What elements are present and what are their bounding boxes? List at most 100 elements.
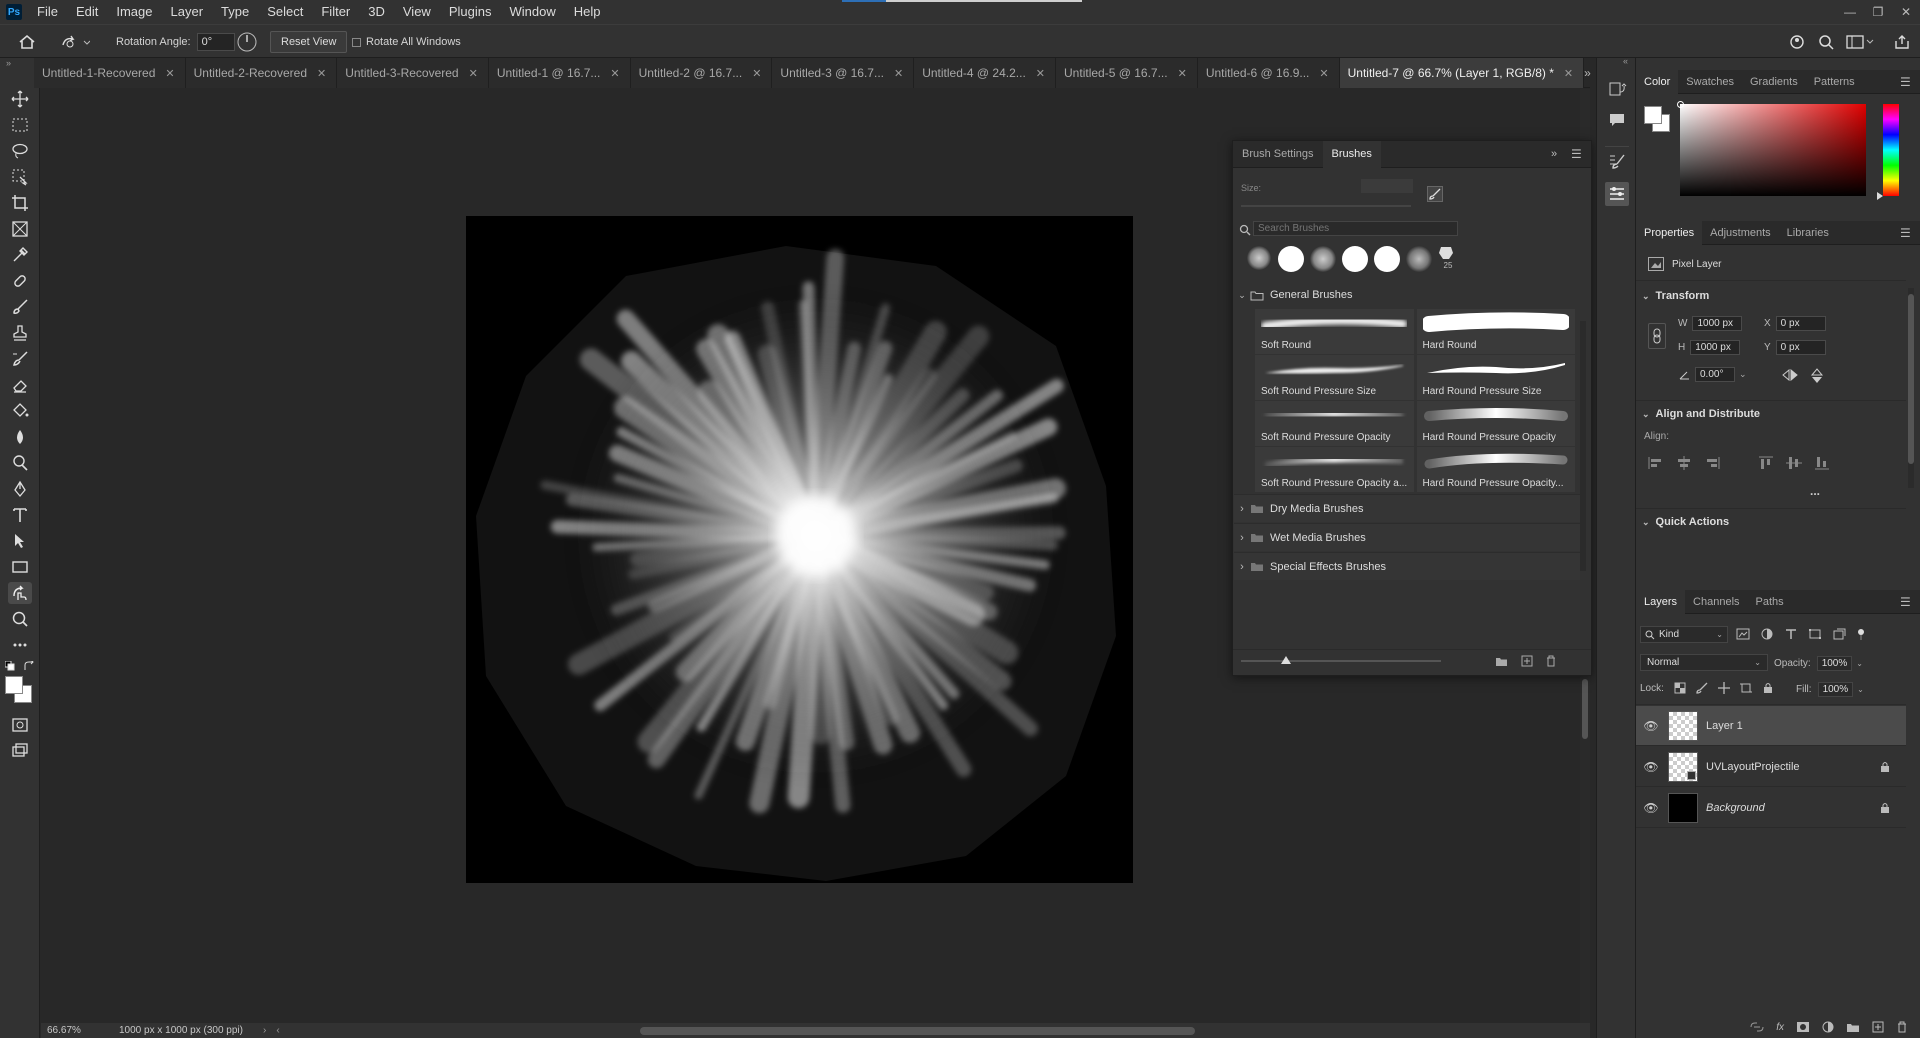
restore-icon[interactable]: ❐ — [1864, 0, 1892, 24]
opacity-dropdown-icon[interactable]: ⌄ — [1856, 659, 1863, 668]
filter-smart-object-icon[interactable] — [1832, 628, 1846, 640]
menu-view[interactable]: View — [394, 0, 440, 24]
zoom-level[interactable]: 66.67% — [47, 1025, 107, 1036]
tab-untitled-2[interactable]: Untitled-2 @ 16.7... ✕ — [630, 58, 773, 88]
menu-plugins[interactable]: Plugins — [440, 0, 501, 24]
foreground-color-swatch[interactable] — [5, 676, 23, 694]
layer-row-layer-1[interactable]: 👁 Layer 1 — [1636, 706, 1906, 746]
menu-file[interactable]: File — [28, 0, 67, 24]
document-canvas[interactable] — [466, 216, 1133, 883]
color-picker-handle[interactable] — [1677, 101, 1684, 108]
width-input[interactable]: 1000 px — [1692, 316, 1743, 331]
tab-color[interactable]: Color — [1636, 70, 1679, 94]
healing-brush-tool-icon[interactable] — [8, 270, 32, 292]
new-group-icon[interactable] — [1846, 1022, 1860, 1033]
align-left-icon[interactable] — [1648, 456, 1664, 470]
close-tab-icon[interactable]: ✕ — [165, 67, 174, 80]
close-window-icon[interactable]: ✕ — [1892, 0, 1920, 24]
menu-window[interactable]: Window — [500, 0, 564, 24]
search-icon[interactable] — [1818, 25, 1834, 59]
lock-image-pixels-icon[interactable] — [1696, 682, 1708, 694]
link-dimensions-icon[interactable] — [1648, 323, 1666, 349]
new-brush-icon[interactable] — [1521, 655, 1533, 667]
delete-brush-icon[interactable] — [1545, 655, 1557, 667]
fill-input[interactable]: 100% — [1817, 682, 1854, 697]
share-icon[interactable] — [1788, 25, 1806, 59]
layer-row-uvlayoutprojectile[interactable]: 👁 UVLayoutProjectile — [1636, 747, 1906, 787]
menu-3d[interactable]: 3D — [359, 0, 394, 24]
layer-name[interactable]: UVLayoutProjectile — [1706, 761, 1880, 773]
layer-name[interactable]: Layer 1 — [1706, 720, 1743, 732]
delete-layer-icon[interactable] — [1896, 1021, 1908, 1033]
history-brush-tool-icon[interactable] — [8, 348, 32, 370]
tab-untitled-2-recovered[interactable]: Untitled-2-Recovered ✕ — [185, 58, 338, 88]
preset-hard-2[interactable] — [1342, 246, 1368, 272]
angle-dropdown-icon[interactable]: ⌄ — [1739, 369, 1747, 380]
type-tool-icon[interactable] — [8, 504, 32, 526]
more-tools-icon[interactable] — [8, 634, 32, 656]
brush-soft-round-pressure-opacity[interactable]: Soft Round Pressure Opacity — [1255, 401, 1414, 446]
rotation-dial-icon[interactable] — [236, 25, 258, 59]
brush-hard-round-pressure-opacity-b[interactable]: Hard Round Pressure Opacity... — [1416, 447, 1575, 492]
panel-menu-icon[interactable]: ☰ — [1900, 70, 1920, 93]
tab-untitled-7[interactable]: Untitled-7 @ 66.7% (Layer 1, RGB/8) * ✕ — [1339, 58, 1585, 88]
comments-panel-icon[interactable] — [1607, 110, 1627, 130]
angle-input[interactable]: 0.00° — [1695, 367, 1735, 382]
panel-menu-icon[interactable]: ☰ — [1900, 590, 1920, 613]
collapse-strip-icon[interactable]: « — [1623, 56, 1628, 66]
tab-libraries[interactable]: Libraries — [1779, 221, 1837, 245]
swap-colors-icon[interactable] — [24, 661, 34, 671]
color-field[interactable] — [1680, 104, 1866, 196]
folder-general-brushes[interactable]: ⌄ General Brushes — [1234, 284, 1580, 306]
tab-swatches[interactable]: Swatches — [1678, 70, 1742, 94]
brush-hard-round-pressure-opacity[interactable]: Hard Round Pressure Opacity — [1416, 401, 1575, 446]
vertical-scroll-thumb[interactable] — [1582, 679, 1588, 739]
minimize-icon[interactable]: — — [1836, 0, 1864, 24]
lock-artboard-icon[interactable] — [1739, 682, 1752, 694]
reset-view-button[interactable]: Reset View — [270, 31, 348, 53]
adjustment-layer-icon[interactable] — [1822, 1021, 1834, 1033]
align-top-icon[interactable] — [1758, 456, 1774, 470]
preset-soft-2[interactable] — [1310, 246, 1336, 272]
new-group-icon[interactable] — [1495, 656, 1508, 667]
preview-size-slider[interactable] — [1241, 660, 1441, 662]
foreground-color-chip[interactable] — [1644, 106, 1662, 124]
brush-tip-icon[interactable] — [1427, 186, 1443, 202]
menu-edit[interactable]: Edit — [67, 0, 107, 24]
brush-tool-icon[interactable] — [8, 296, 32, 318]
preset-hard-3[interactable] — [1374, 246, 1400, 272]
close-tab-icon[interactable]: ✕ — [1036, 67, 1045, 80]
lock-position-icon[interactable] — [1717, 682, 1730, 694]
folder-wet-media-brushes[interactable]: › Wet Media Brushes — [1234, 523, 1580, 551]
menu-help[interactable]: Help — [565, 0, 610, 24]
filter-toggle-icon[interactable] — [1856, 628, 1866, 640]
folder-special-effects-brushes[interactable]: › Special Effects Brushes — [1234, 552, 1580, 580]
properties-scrollbar[interactable] — [1908, 288, 1914, 488]
export-share-icon[interactable] — [1894, 25, 1910, 59]
tab-adjustments[interactable]: Adjustments — [1702, 221, 1779, 245]
visibility-eye-icon[interactable]: 👁 — [1642, 719, 1660, 733]
visibility-eye-icon[interactable]: 👁 — [1642, 801, 1660, 815]
blur-tool-icon[interactable] — [8, 426, 32, 448]
frame-tool-icon[interactable] — [8, 218, 32, 240]
clone-stamp-tool-icon[interactable] — [8, 322, 32, 344]
rotation-angle-input[interactable]: 0° — [196, 33, 235, 51]
layer-row-background[interactable]: 👁 Background — [1636, 788, 1906, 828]
object-selection-tool-icon[interactable] — [8, 166, 32, 188]
brush-hard-round[interactable]: Hard Round — [1416, 309, 1575, 354]
opacity-input[interactable]: 100% — [1816, 656, 1853, 671]
layer-name[interactable]: Background — [1706, 802, 1880, 814]
close-tab-icon[interactable]: ✕ — [1178, 67, 1187, 80]
brush-soft-round[interactable]: Soft Round — [1255, 309, 1414, 354]
y-input[interactable]: 0 px — [1775, 340, 1826, 355]
document-info[interactable]: 1000 px x 1000 px (300 ppi) — [119, 1025, 243, 1036]
menu-filter[interactable]: Filter — [312, 0, 359, 24]
tab-untitled-6[interactable]: Untitled-6 @ 16.9... ✕ — [1197, 58, 1340, 88]
paint-bucket-tool-icon[interactable] — [8, 400, 32, 422]
visibility-eye-icon[interactable]: 👁 — [1642, 760, 1660, 774]
eraser-tool-icon[interactable] — [8, 374, 32, 396]
height-input[interactable]: 1000 px — [1690, 340, 1741, 355]
fill-dropdown-icon[interactable]: ⌄ — [1857, 685, 1864, 694]
align-vertical-center-icon[interactable] — [1786, 456, 1802, 470]
rectangle-tool-icon[interactable] — [8, 556, 32, 578]
